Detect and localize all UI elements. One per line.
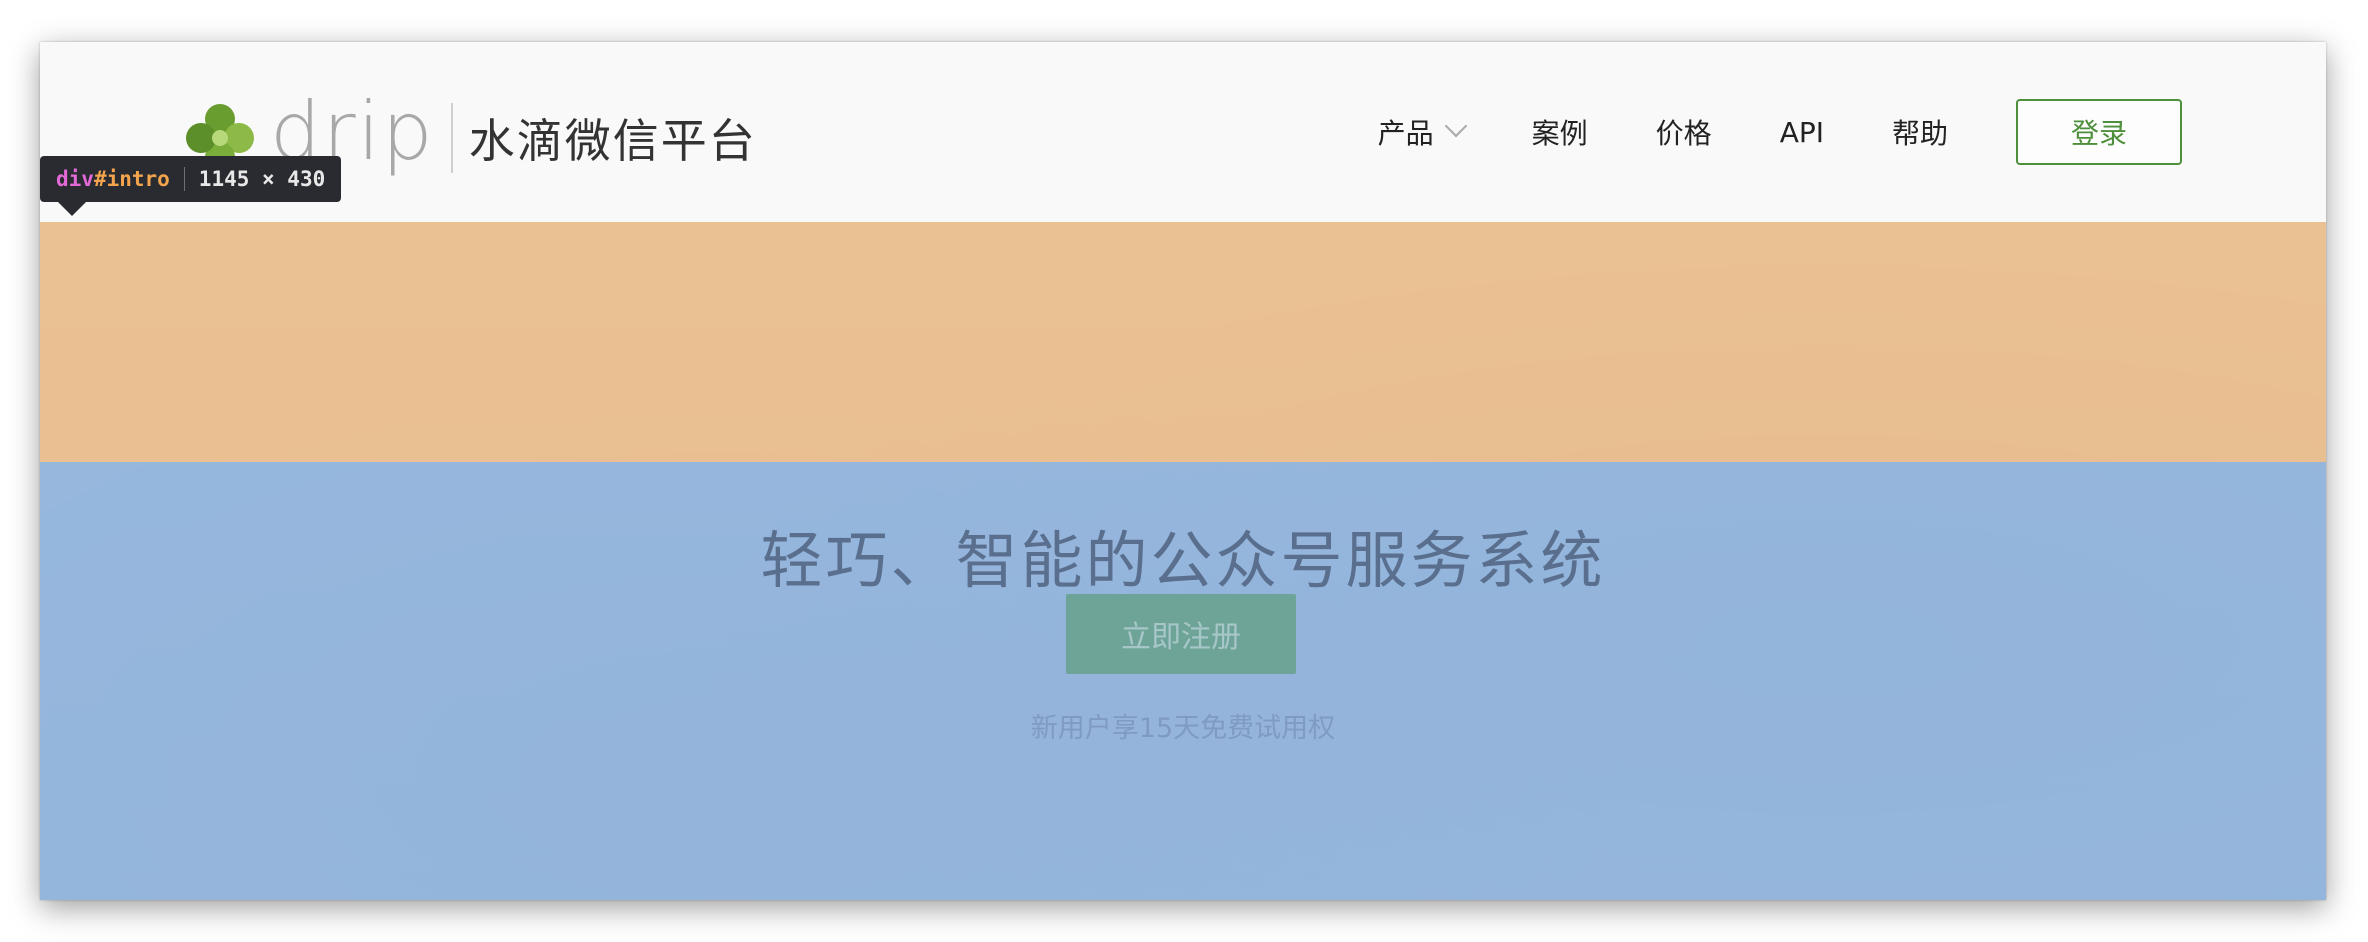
nav-item-cases[interactable]: 案例: [1532, 112, 1588, 152]
site-header: drip 水滴微信平台 产品 案例 价格 API 帮助 登录: [40, 42, 2326, 222]
nav-item-help[interactable]: 帮助: [1892, 112, 1948, 152]
nav-item-label: 价格: [1655, 117, 1712, 150]
logo-divider: [450, 103, 453, 173]
inspector-tag: div: [56, 167, 94, 191]
login-button[interactable]: 登录: [2016, 99, 2182, 165]
inspector-margin-overlay: [40, 222, 2326, 462]
logo-title: 水滴微信平台: [468, 114, 757, 168]
inspector-dimensions: 1145 × 430: [198, 167, 326, 191]
inspector-id: #intro: [93, 167, 170, 191]
nav-item-pricing[interactable]: 价格: [1656, 112, 1712, 152]
trial-note: 新用户享15天免费试用权: [1030, 713, 1336, 744]
chevron-down-icon: [1444, 114, 1467, 138]
nav-item-api[interactable]: API: [1780, 116, 1824, 149]
nav-item-label: API: [1779, 115, 1824, 149]
signup-button[interactable]: 立即注册: [1066, 594, 1296, 674]
main-nav: 产品 案例 价格 API 帮助 登录: [1378, 42, 2326, 222]
browser-window: drip 水滴微信平台 产品 案例 价格 API 帮助 登录 轻巧、智能的公众号…: [40, 42, 2326, 900]
nav-item-label: 产品: [1377, 117, 1434, 150]
nav-item-products[interactable]: 产品: [1377, 112, 1467, 152]
inspector-tooltip: div #intro 1145 × 430: [40, 156, 342, 216]
inspector-separator: [183, 167, 185, 191]
nav-item-label: 案例: [1531, 117, 1588, 150]
nav-item-label: 帮助: [1891, 117, 1948, 150]
hero-title: 轻巧、智能的公众号服务系统: [760, 524, 1606, 597]
